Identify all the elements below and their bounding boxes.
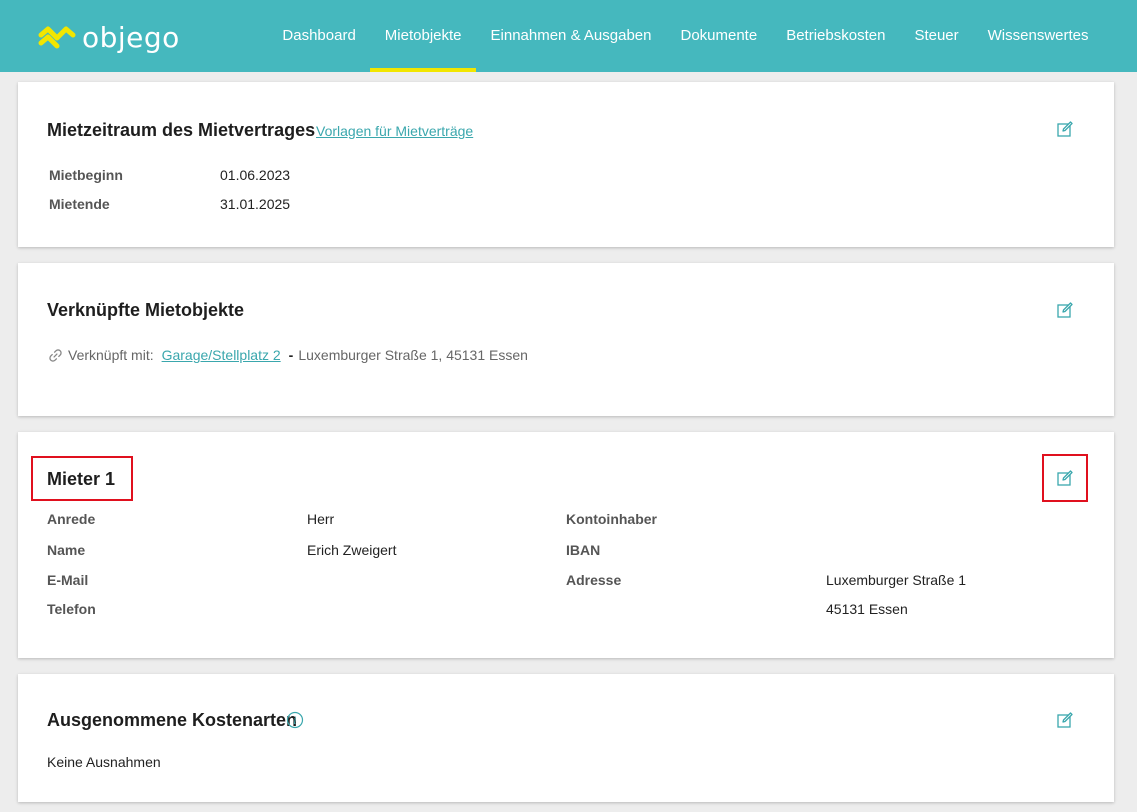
nav-einnahmen-ausgaben[interactable]: Einnahmen & Ausgaben bbox=[476, 0, 666, 72]
edit-kostenarten-button[interactable] bbox=[1056, 711, 1074, 729]
nav-wissenswertes[interactable]: Wissenswertes bbox=[973, 0, 1103, 72]
mieter-card: Mieter 1 Anrede Herr Name Erich Zweigert… bbox=[18, 432, 1114, 658]
nav-dokumente[interactable]: Dokumente bbox=[666, 0, 772, 72]
mietbeginn-label: Mietbeginn bbox=[49, 167, 123, 183]
edit-icon bbox=[1057, 470, 1073, 486]
nav-steuer[interactable]: Steuer bbox=[900, 0, 973, 72]
logo-text: objego bbox=[82, 20, 180, 54]
info-icon[interactable]: i bbox=[286, 711, 304, 729]
verknuepft-separator: - bbox=[288, 347, 294, 363]
telefon-label: Telefon bbox=[47, 601, 96, 617]
mietzeitraum-title: Mietzeitraum des Mietvertrages bbox=[47, 120, 316, 140]
nav-mietobjekte[interactable]: Mietobjekte bbox=[370, 0, 476, 72]
edit-mieter-button[interactable] bbox=[1056, 469, 1074, 487]
verknuepft-row: Verknüpft mit: Garage/Stellplatz 2 - Lux… bbox=[48, 347, 528, 363]
kontoinhaber-label: Kontoinhaber bbox=[566, 511, 657, 527]
mietzeitraum-card: Mietzeitraum des Mietvertrages Vorlagen … bbox=[18, 82, 1114, 247]
kostenarten-title: Ausgenommene Kostenarten bbox=[47, 710, 298, 730]
verknuepfte-title: Verknüpfte Mietobjekte bbox=[47, 300, 245, 320]
mietende-value: 31.01.2025 bbox=[220, 196, 291, 212]
vorlagen-link[interactable]: Vorlagen für Mietverträge bbox=[316, 123, 473, 139]
anrede-value: Herr bbox=[307, 511, 335, 527]
nav-betriebskosten[interactable]: Betriebskosten bbox=[772, 0, 900, 72]
svg-text:i: i bbox=[293, 716, 296, 727]
mieter-title: Mieter 1 bbox=[47, 469, 116, 489]
mietende-label: Mietende bbox=[49, 196, 110, 212]
iban-label: IBAN bbox=[566, 542, 601, 558]
name-value: Erich Zweigert bbox=[307, 542, 397, 558]
mietbeginn-value: 01.06.2023 bbox=[220, 167, 291, 183]
verknuepft-prefix: Verknüpft mit: bbox=[68, 347, 154, 363]
name-label: Name bbox=[47, 542, 86, 558]
anrede-label: Anrede bbox=[47, 511, 96, 527]
top-navigation-bar: objego Dashboard Mietobjekte Einnahmen &… bbox=[0, 0, 1137, 72]
adresse-label: Adresse bbox=[566, 572, 622, 588]
logo-mark-icon bbox=[38, 26, 76, 49]
verknuepft-address: Luxemburger Straße 1, 45131 Essen bbox=[298, 347, 528, 363]
edit-mietzeitraum-button[interactable] bbox=[1056, 120, 1074, 138]
edit-icon bbox=[1057, 121, 1073, 137]
kostenarten-card: Ausgenommene Kostenarten i Keine Ausnahm… bbox=[18, 674, 1114, 802]
adresse-street-value: Luxemburger Straße 1 bbox=[826, 572, 967, 588]
garage-stellplatz-link[interactable]: Garage/Stellplatz 2 bbox=[162, 347, 281, 363]
keine-ausnahmen-text: Keine Ausnahmen bbox=[47, 754, 161, 770]
main-nav: Dashboard Mietobjekte Einnahmen & Ausgab… bbox=[268, 0, 1103, 72]
verknuepfte-mietobjekte-card: Verknüpfte Mietobjekte Verknüpft mit: Ga… bbox=[18, 263, 1114, 416]
edit-icon bbox=[1057, 712, 1073, 728]
nav-dashboard[interactable]: Dashboard bbox=[268, 0, 370, 72]
edit-icon bbox=[1057, 302, 1073, 318]
email-label: E-Mail bbox=[47, 572, 89, 588]
objego-logo[interactable]: objego bbox=[38, 20, 180, 54]
link-icon bbox=[49, 348, 62, 362]
adresse-city-value: 45131 Essen bbox=[826, 601, 908, 617]
edit-verknuepft-button[interactable] bbox=[1056, 301, 1074, 319]
